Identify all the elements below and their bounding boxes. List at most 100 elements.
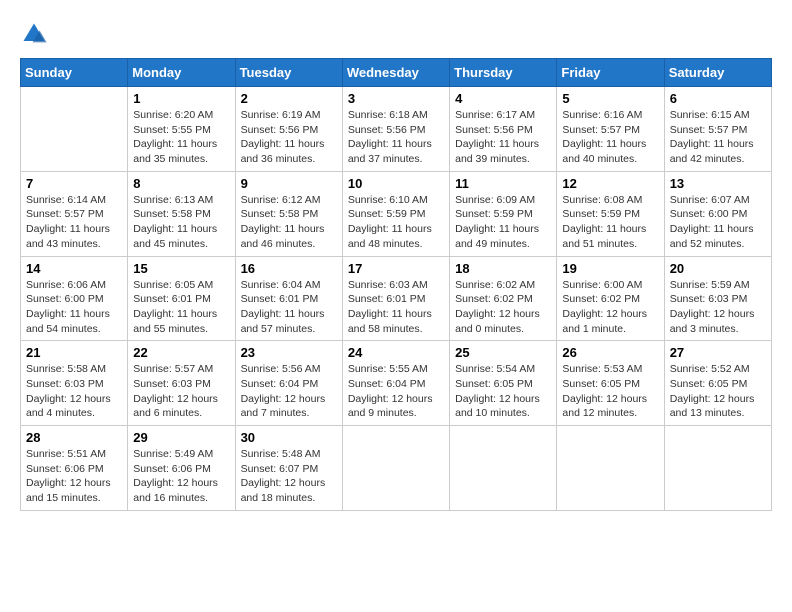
day-info: Sunrise: 6:05 AMSunset: 6:01 PMDaylight:…	[133, 278, 229, 337]
day-number: 10	[348, 176, 444, 191]
day-info: Sunrise: 6:00 AMSunset: 6:02 PMDaylight:…	[562, 278, 658, 337]
day-number: 26	[562, 345, 658, 360]
day-info: Sunrise: 6:17 AMSunset: 5:56 PMDaylight:…	[455, 108, 551, 167]
day-cell: 3 Sunrise: 6:18 AMSunset: 5:56 PMDaylight…	[342, 87, 449, 172]
day-cell: 6 Sunrise: 6:15 AMSunset: 5:57 PMDaylight…	[664, 87, 771, 172]
week-row-5: 28 Sunrise: 5:51 AMSunset: 6:06 PMDayligh…	[21, 426, 772, 511]
day-number: 27	[670, 345, 766, 360]
day-number: 3	[348, 91, 444, 106]
day-cell: 17 Sunrise: 6:03 AMSunset: 6:01 PMDayligh…	[342, 256, 449, 341]
day-cell: 16 Sunrise: 6:04 AMSunset: 6:01 PMDayligh…	[235, 256, 342, 341]
day-cell: 25Sunrise: 5:54 AMSunset: 6:05 PMDayligh…	[450, 341, 557, 426]
header-cell-monday: Monday	[128, 59, 235, 87]
day-cell: 11 Sunrise: 6:09 AMSunset: 5:59 PMDayligh…	[450, 171, 557, 256]
day-cell: 1 Sunrise: 6:20 AMSunset: 5:55 PMDaylight…	[128, 87, 235, 172]
calendar-body: 1 Sunrise: 6:20 AMSunset: 5:55 PMDaylight…	[21, 87, 772, 511]
header-cell-saturday: Saturday	[664, 59, 771, 87]
day-cell: 4 Sunrise: 6:17 AMSunset: 5:56 PMDaylight…	[450, 87, 557, 172]
day-info: Sunrise: 6:08 AMSunset: 5:59 PMDaylight:…	[562, 193, 658, 252]
day-cell	[664, 426, 771, 511]
day-info: Sunrise: 6:18 AMSunset: 5:56 PMDaylight:…	[348, 108, 444, 167]
header-cell-tuesday: Tuesday	[235, 59, 342, 87]
day-cell: 26 Sunrise: 5:53 AMSunset: 6:05 PMDayligh…	[557, 341, 664, 426]
day-number: 17	[348, 261, 444, 276]
day-cell: 2 Sunrise: 6:19 AMSunset: 5:56 PMDaylight…	[235, 87, 342, 172]
day-info: Sunrise: 5:48 AMSunset: 6:07 PMDaylight:…	[241, 447, 337, 506]
day-info: Sunrise: 6:12 AMSunset: 5:58 PMDaylight:…	[241, 193, 337, 252]
day-number: 13	[670, 176, 766, 191]
calendar-table: SundayMondayTuesdayWednesdayThursdayFrid…	[20, 58, 772, 511]
day-cell	[342, 426, 449, 511]
day-cell	[557, 426, 664, 511]
day-info: Sunrise: 6:19 AMSunset: 5:56 PMDaylight:…	[241, 108, 337, 167]
day-number: 9	[241, 176, 337, 191]
calendar-header: SundayMondayTuesdayWednesdayThursdayFrid…	[21, 59, 772, 87]
day-info: Sunrise: 6:15 AMSunset: 5:57 PMDaylight:…	[670, 108, 766, 167]
day-number: 11	[455, 176, 551, 191]
day-cell: 19Sunrise: 6:00 AMSunset: 6:02 PMDayligh…	[557, 256, 664, 341]
day-number: 23	[241, 345, 337, 360]
day-cell: 12 Sunrise: 6:08 AMSunset: 5:59 PMDayligh…	[557, 171, 664, 256]
day-cell: 24 Sunrise: 5:55 AMSunset: 6:04 PMDayligh…	[342, 341, 449, 426]
day-info: Sunrise: 6:16 AMSunset: 5:57 PMDaylight:…	[562, 108, 658, 167]
day-cell: 30 Sunrise: 5:48 AMSunset: 6:07 PMDayligh…	[235, 426, 342, 511]
day-number: 6	[670, 91, 766, 106]
day-number: 15	[133, 261, 229, 276]
day-cell	[450, 426, 557, 511]
day-cell: 23 Sunrise: 5:56 AMSunset: 6:04 PMDayligh…	[235, 341, 342, 426]
day-info: Sunrise: 5:54 AMSunset: 6:05 PMDaylight:…	[455, 362, 551, 421]
day-info: Sunrise: 6:10 AMSunset: 5:59 PMDaylight:…	[348, 193, 444, 252]
logo	[20, 20, 52, 48]
day-cell: 7 Sunrise: 6:14 AMSunset: 5:57 PMDaylight…	[21, 171, 128, 256]
day-number: 18	[455, 261, 551, 276]
day-info: Sunrise: 6:06 AMSunset: 6:00 PMDaylight:…	[26, 278, 122, 337]
day-cell: 9 Sunrise: 6:12 AMSunset: 5:58 PMDaylight…	[235, 171, 342, 256]
day-cell: 13 Sunrise: 6:07 AMSunset: 6:00 PMDayligh…	[664, 171, 771, 256]
day-number: 4	[455, 91, 551, 106]
day-number: 14	[26, 261, 122, 276]
day-cell: 14 Sunrise: 6:06 AMSunset: 6:00 PMDayligh…	[21, 256, 128, 341]
day-info: Sunrise: 5:59 AMSunset: 6:03 PMDaylight:…	[670, 278, 766, 337]
day-cell	[21, 87, 128, 172]
day-info: Sunrise: 6:13 AMSunset: 5:58 PMDaylight:…	[133, 193, 229, 252]
day-number: 1	[133, 91, 229, 106]
day-info: Sunrise: 6:20 AMSunset: 5:55 PMDaylight:…	[133, 108, 229, 167]
day-number: 24	[348, 345, 444, 360]
day-info: Sunrise: 6:04 AMSunset: 6:01 PMDaylight:…	[241, 278, 337, 337]
day-cell: 5 Sunrise: 6:16 AMSunset: 5:57 PMDaylight…	[557, 87, 664, 172]
day-info: Sunrise: 5:57 AMSunset: 6:03 PMDaylight:…	[133, 362, 229, 421]
header-cell-wednesday: Wednesday	[342, 59, 449, 87]
day-cell: 21Sunrise: 5:58 AMSunset: 6:03 PMDayligh…	[21, 341, 128, 426]
day-number: 7	[26, 176, 122, 191]
day-number: 12	[562, 176, 658, 191]
header-cell-sunday: Sunday	[21, 59, 128, 87]
day-cell: 8Sunrise: 6:13 AMSunset: 5:58 PMDaylight…	[128, 171, 235, 256]
day-number: 28	[26, 430, 122, 445]
day-info: Sunrise: 6:03 AMSunset: 6:01 PMDaylight:…	[348, 278, 444, 337]
day-info: Sunrise: 5:52 AMSunset: 6:05 PMDaylight:…	[670, 362, 766, 421]
day-number: 20	[670, 261, 766, 276]
day-number: 29	[133, 430, 229, 445]
day-info: Sunrise: 6:09 AMSunset: 5:59 PMDaylight:…	[455, 193, 551, 252]
day-number: 22	[133, 345, 229, 360]
day-number: 2	[241, 91, 337, 106]
logo-icon	[20, 20, 48, 48]
header-cell-friday: Friday	[557, 59, 664, 87]
day-cell: 10 Sunrise: 6:10 AMSunset: 5:59 PMDayligh…	[342, 171, 449, 256]
day-cell: 18Sunrise: 6:02 AMSunset: 6:02 PMDayligh…	[450, 256, 557, 341]
week-row-3: 14 Sunrise: 6:06 AMSunset: 6:00 PMDayligh…	[21, 256, 772, 341]
day-number: 16	[241, 261, 337, 276]
day-info: Sunrise: 5:55 AMSunset: 6:04 PMDaylight:…	[348, 362, 444, 421]
day-info: Sunrise: 5:51 AMSunset: 6:06 PMDaylight:…	[26, 447, 122, 506]
day-info: Sunrise: 5:53 AMSunset: 6:05 PMDaylight:…	[562, 362, 658, 421]
day-info: Sunrise: 6:07 AMSunset: 6:00 PMDaylight:…	[670, 193, 766, 252]
day-number: 5	[562, 91, 658, 106]
day-cell: 28 Sunrise: 5:51 AMSunset: 6:06 PMDayligh…	[21, 426, 128, 511]
day-number: 21	[26, 345, 122, 360]
day-info: Sunrise: 6:14 AMSunset: 5:57 PMDaylight:…	[26, 193, 122, 252]
day-number: 30	[241, 430, 337, 445]
page-header	[20, 20, 772, 48]
header-row: SundayMondayTuesdayWednesdayThursdayFrid…	[21, 59, 772, 87]
day-info: Sunrise: 5:56 AMSunset: 6:04 PMDaylight:…	[241, 362, 337, 421]
day-cell: 27 Sunrise: 5:52 AMSunset: 6:05 PMDayligh…	[664, 341, 771, 426]
